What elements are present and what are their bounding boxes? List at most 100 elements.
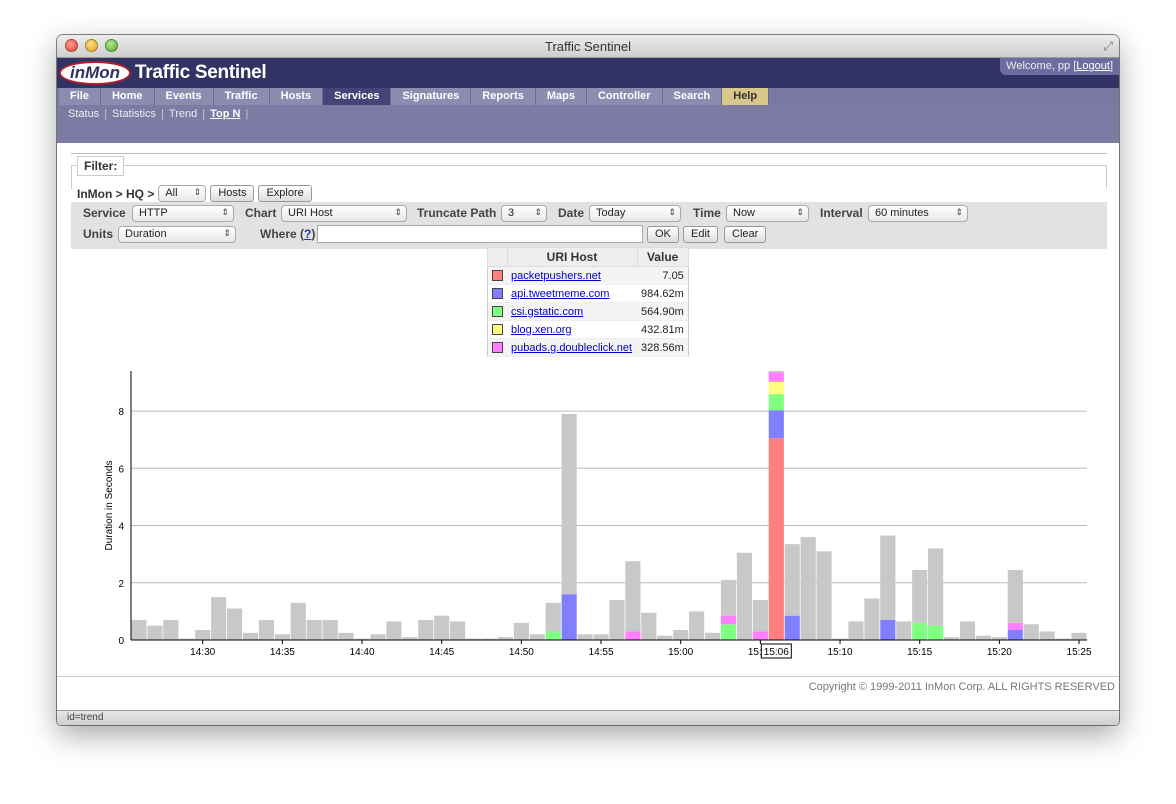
logout-link[interactable]: Logout (1076, 60, 1110, 72)
bar-segment (784, 615, 800, 640)
bar-segment (784, 544, 800, 616)
bar-segment (768, 438, 784, 640)
legend-host-link[interactable]: api.tweetmeme.com (511, 288, 609, 300)
legend-host-header: URI Host (506, 247, 638, 267)
service-select[interactable]: HTTP (132, 205, 234, 222)
menu-events[interactable]: Events (154, 88, 214, 105)
y-tick-label: 8 (118, 407, 124, 418)
clear-button[interactable]: Clear (724, 226, 767, 243)
submenu-trend[interactable]: Trend (164, 108, 202, 120)
menu-reports[interactable]: Reports (471, 88, 536, 105)
sub-menu: Status | Statistics | Trend | Top N | (57, 105, 1119, 143)
interval-select[interactable]: 60 minutes (868, 205, 968, 222)
filter-panel: Filter: InMon > HQ > All Hosts Explore S… (71, 153, 1107, 249)
bar-segment (800, 536, 816, 640)
chart-select[interactable]: URI Host (281, 205, 407, 222)
menu-signatures[interactable]: Signatures (391, 88, 472, 105)
bar-segment (338, 632, 354, 640)
x-tick-label: 15:15 (907, 647, 932, 658)
bar-segment (625, 631, 641, 640)
menu-maps[interactable]: Maps (535, 88, 587, 105)
bar-segment (768, 410, 784, 439)
date-select[interactable]: Today (589, 205, 681, 222)
submenu-separator: | (245, 108, 249, 120)
y-tick-label: 2 (118, 579, 124, 590)
browser-window: Traffic Sentinel ⤢ inMon Traffic Sentine… (57, 35, 1119, 725)
explore-button[interactable]: Explore (258, 185, 312, 202)
units-select[interactable]: Duration (118, 226, 236, 243)
legend-swatch (492, 270, 503, 281)
submenu-status[interactable]: Status (63, 108, 104, 120)
legend-value: 984.62m (637, 284, 689, 303)
legend-row: api.tweetmeme.com 984.62m (487, 284, 689, 303)
truncate-select[interactable]: 3 (501, 205, 547, 222)
legend-swatch-cell (487, 302, 507, 321)
submenu-statistics[interactable]: Statistics (107, 108, 161, 120)
bar-segment (306, 619, 322, 640)
legend-host-cell: packetpushers.net (507, 266, 637, 285)
bar-segment (768, 381, 784, 395)
bar-segment (720, 615, 737, 625)
x-tick-label: 14:45 (429, 647, 454, 658)
bar-segment (290, 602, 306, 640)
legend-swatch (492, 288, 503, 299)
where-text: Where ( (260, 227, 305, 241)
legend-host-link[interactable]: packetpushers.net (511, 270, 601, 282)
ok-button[interactable]: OK (647, 226, 679, 243)
legend-host-link[interactable]: csi.gstatic.com (511, 306, 583, 318)
legend-swatch (492, 324, 503, 335)
menu-hosts[interactable]: Hosts (269, 88, 324, 105)
date-label: Date (558, 206, 585, 220)
bar-segment (226, 608, 243, 640)
footer: Copyright © 1999-2011 InMon Corp. ALL RI… (57, 676, 1119, 693)
bar-segment (752, 599, 768, 632)
legend-host-cell: csi.gstatic.com (507, 302, 637, 321)
bar-segment (577, 634, 593, 640)
bar-segment (975, 635, 992, 640)
legend-row: pubads.g.doubleclick.net 328.56m (487, 338, 689, 357)
time-select[interactable]: Now (726, 205, 809, 222)
bar-segment (848, 621, 864, 640)
bar-segment (561, 594, 577, 640)
welcome-text: Welcome, pp [ (1006, 60, 1077, 72)
inmon-logo: inMon (59, 61, 131, 85)
legend-value: 564.90m (637, 302, 689, 321)
edit-button[interactable]: Edit (683, 226, 718, 243)
submenu-top-n[interactable]: Top N (205, 108, 245, 120)
truncate-label: Truncate Path (417, 206, 497, 220)
legend-swatch (492, 342, 503, 353)
service-label: Service (83, 206, 126, 220)
legend-row: blog.xen.org 432.81m (487, 320, 689, 339)
legend-swatch-cell (487, 338, 507, 357)
where-input[interactable] (317, 225, 643, 243)
menu-services[interactable]: Services (323, 88, 392, 105)
menu-search[interactable]: Search (662, 88, 723, 105)
bar-segment (274, 634, 290, 640)
menu-traffic[interactable]: Traffic (213, 88, 270, 105)
scope-select[interactable]: All (158, 185, 207, 202)
legend-host-link[interactable]: pubads.g.doubleclick.net (511, 342, 632, 354)
legend-swatch-cell (487, 284, 507, 303)
bar-segment (1039, 631, 1055, 640)
bar-segment (195, 629, 211, 640)
menu-home[interactable]: Home (100, 88, 155, 105)
bar-segment (1007, 569, 1023, 623)
bar-segment (625, 561, 641, 632)
filter-path-row: InMon > HQ > All Hosts Explore (77, 185, 312, 202)
menu-controller[interactable]: Controller (586, 88, 663, 105)
legend-host-cell: blog.xen.org (507, 320, 637, 339)
hosts-button[interactable]: Hosts (210, 185, 255, 202)
fullscreen-icon[interactable]: ⤢ (1103, 39, 1113, 54)
legend-host-link[interactable]: blog.xen.org (511, 324, 572, 336)
interval-label: Interval (820, 206, 863, 220)
menu-file[interactable]: File (59, 88, 101, 105)
bar-segment (163, 619, 179, 640)
bar-segment (147, 625, 163, 640)
legend-row: packetpushers.net 7.05 (487, 266, 689, 285)
legend-value: 7.05 (637, 266, 689, 285)
menu-help[interactable]: Help (722, 88, 770, 105)
welcome-box: Welcome, pp [Logout] (1000, 58, 1119, 75)
bar-segment (816, 551, 832, 640)
x-tick-label: 14:40 (350, 647, 375, 658)
window-title: Traffic Sentinel (545, 39, 631, 54)
